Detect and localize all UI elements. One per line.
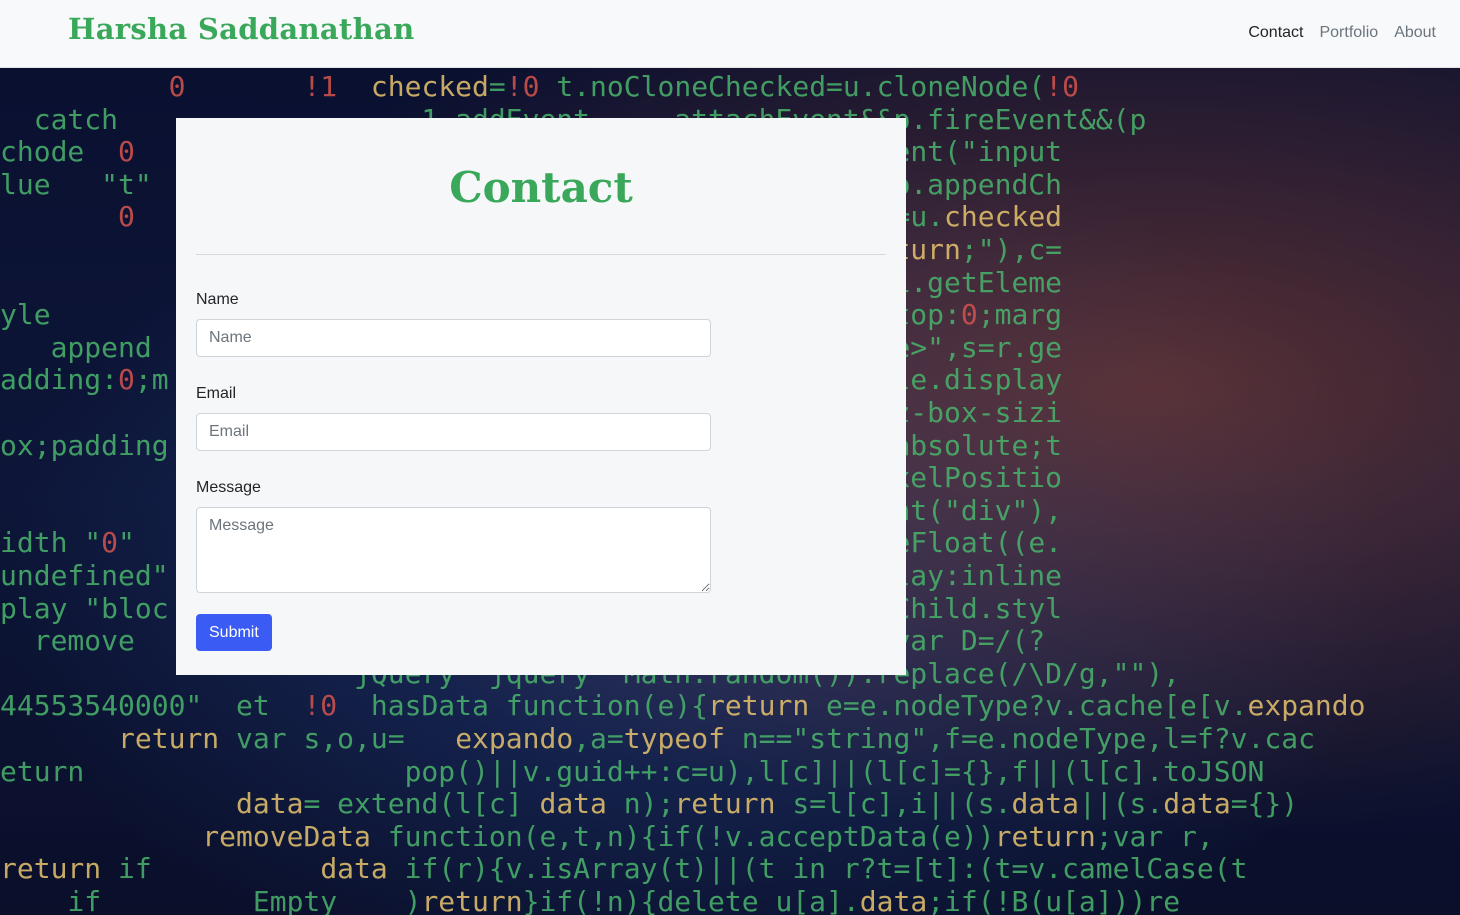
navbar: Harsha Saddanathan Contact Portfolio Abo… — [0, 0, 1460, 68]
nav-links: Contact Portfolio About — [1248, 24, 1436, 42]
email-input[interactable] — [196, 413, 711, 451]
submit-button[interactable]: Submit — [196, 614, 272, 651]
background-code-line: 0 !1 checked=!0 t.noCloneChecked=u.clone… — [168, 70, 1079, 103]
name-group: Name — [196, 291, 886, 357]
email-label: Email — [196, 385, 237, 402]
nav-link-contact[interactable]: Contact — [1248, 24, 1303, 42]
background-code-line: if Empty )return}if(!n){delete u[a].data… — [0, 885, 1181, 915]
divider — [196, 254, 886, 255]
email-group: Email — [196, 385, 886, 451]
background-code-line: return var s,o,u= expando,a=typeof n=="s… — [118, 722, 1315, 755]
brand-logo-link[interactable]: Harsha Saddanathan — [68, 12, 414, 46]
contact-title: Contact — [449, 163, 633, 212]
message-textarea[interactable] — [196, 507, 711, 593]
nav-link-portfolio[interactable]: Portfolio — [1319, 24, 1378, 42]
message-label: Message — [196, 479, 261, 496]
background-code-line: removeData function(e,t,n){if(!v.acceptD… — [202, 819, 1214, 853]
nav-link-about[interactable]: About — [1394, 24, 1436, 42]
contact-card: Contact Name Email Message Submit — [176, 118, 906, 675]
message-group: Message — [196, 479, 886, 593]
background-code-line: return if data if(r){v.isArray(t)||(t in… — [0, 852, 1248, 886]
background-code-line: 44553540000" et !0 hasData function(e){r… — [0, 689, 1366, 723]
name-input[interactable] — [196, 319, 711, 357]
background-code-line: eturn pop()||v.guid++:c=u),l[c]||(l[c]={… — [0, 754, 1265, 788]
background-code-line: data= extend(l[c] data n);return s=l[c],… — [236, 787, 1299, 821]
name-label: Name — [196, 291, 239, 308]
